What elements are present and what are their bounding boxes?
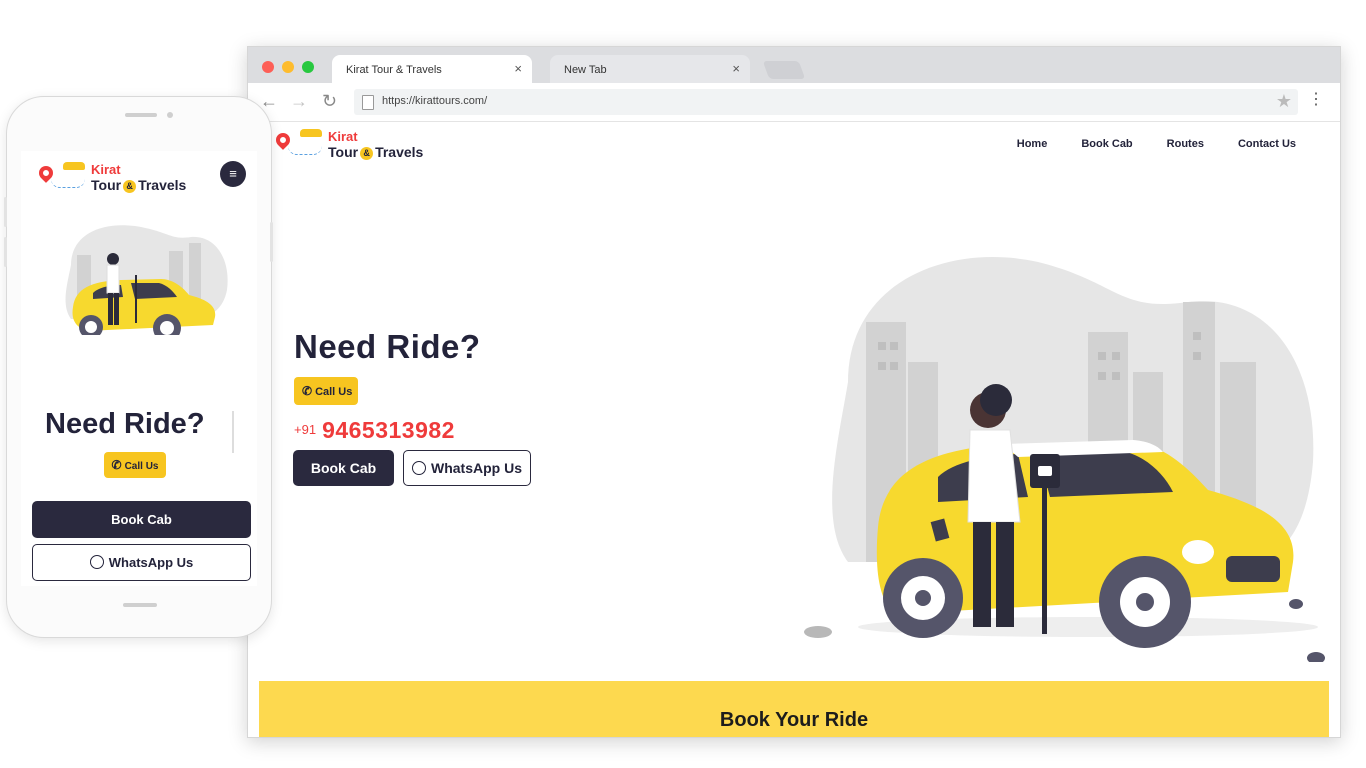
kebab-menu-icon[interactable]: ⋮ (1308, 92, 1324, 108)
hero-title: Need Ride? (294, 328, 481, 365)
route-line (51, 179, 85, 188)
mobile-book-cab-button[interactable]: Book Cab (32, 501, 251, 538)
browser-window: Kirat Tour & Travels × New Tab × ← → ↻ h… (247, 46, 1341, 738)
url-text: https://kirattours.com/ (382, 95, 488, 107)
tab-close-icon[interactable]: × (514, 61, 522, 76)
taxi-icon (63, 162, 85, 170)
phone-speaker (125, 113, 157, 117)
tab-bar: Kirat Tour & Travels × New Tab × (248, 47, 1340, 83)
route-line (288, 146, 322, 155)
hamburger-icon[interactable]: ≡ (220, 161, 246, 187)
whatsapp-label: WhatsApp Us (431, 460, 522, 476)
logo-word-travels: Travels (138, 177, 187, 193)
phone-screen: Kirat Tour & Travels ≡ Need Ride? ✆ Call Us… (21, 151, 257, 586)
mobile-hero-illustration (65, 225, 228, 335)
phone-volume-button (4, 237, 7, 267)
mobile-call-us-button[interactable]: ✆ Call Us (104, 452, 166, 478)
phone-icon: ✆ (111, 458, 122, 472)
site-logo[interactable]: Kirat Tour & Travels (273, 126, 444, 166)
phone-volume-button (4, 197, 7, 227)
book-your-ride-section: Book Your Ride (259, 681, 1329, 737)
tab-close-icon[interactable]: × (732, 61, 740, 76)
text-cursor (232, 411, 234, 453)
whatsapp-label: WhatsApp Us (108, 555, 194, 570)
call-us-button[interactable]: ✆ Call Us (294, 377, 358, 405)
tab-label: Kirat Tour & Travels (346, 64, 442, 76)
mobile-site-logo[interactable]: Kirat Tour & Travels (36, 159, 207, 199)
phone-mockup: Kirat Tour & Travels ≡ Need Ride? ✆ Call Us… (4, 96, 273, 638)
tab-kirat-tour[interactable]: Kirat Tour & Travels × (332, 55, 532, 83)
nav-item-home[interactable]: Home (1017, 138, 1048, 150)
main-nav: Home Book Cab Routes Contact Us (1017, 138, 1296, 150)
nav-item-routes[interactable]: Routes (1167, 138, 1204, 150)
logo-word-tour: Tour (328, 144, 359, 160)
browser-toolbar: ← → ↻ https://kirattours.com/ ★ ⋮ (248, 83, 1340, 122)
whatsapp-us-button[interactable]: WhatsApp Us (403, 450, 531, 486)
nav-item-contact-us[interactable]: Contact Us (1238, 138, 1296, 150)
logo-text-kirat: Kirat (91, 162, 121, 177)
page-icon (362, 95, 374, 110)
country-code: +91 (294, 422, 317, 437)
website: Kirat Tour & Travels Home Book Cab Routes … (248, 122, 1340, 737)
mobile-hero-title: Need Ride? (45, 408, 205, 440)
mobile-whatsapp-us-button[interactable]: WhatsApp Us (32, 544, 251, 581)
logo-ampersand: & (123, 179, 137, 193)
phone-camera (167, 112, 173, 118)
phone-number[interactable]: +91 9465313982 (294, 417, 455, 444)
back-arrow-icon[interactable]: ← (260, 91, 278, 111)
call-us-label: Call Us (124, 461, 159, 472)
logo-word-tour: Tour (91, 177, 122, 193)
book-your-ride-title: Book Your Ride (719, 709, 869, 731)
phone-digits: 9465313982 (322, 417, 455, 443)
phone-home-indicator (123, 603, 157, 607)
phone-icon: ✆ (302, 384, 313, 398)
whatsapp-icon (412, 461, 426, 475)
new-tab-button[interactable] (762, 61, 806, 79)
star-icon[interactable]: ★ (1276, 91, 1292, 112)
tab-new-tab[interactable]: New Tab × (550, 55, 750, 83)
tab-label: New Tab (564, 64, 607, 76)
window-controls (262, 61, 314, 73)
book-cab-button[interactable]: Book Cab (293, 450, 394, 486)
logo-word-travels: Travels (375, 144, 424, 160)
minimize-window-button[interactable] (282, 61, 294, 73)
logo-ampersand: & (360, 146, 374, 160)
hero-illustration (804, 257, 1325, 662)
reload-icon[interactable]: ↻ (322, 91, 337, 111)
nav-item-book-cab[interactable]: Book Cab (1081, 138, 1132, 150)
call-us-label: Call Us (315, 386, 353, 398)
logo-text-tour-travels: Tour & Travels (91, 177, 186, 193)
maximize-window-button[interactable] (302, 61, 314, 73)
phone-power-button (270, 222, 273, 262)
forward-arrow-icon[interactable]: → (290, 91, 308, 111)
taxi-icon (300, 129, 322, 137)
logo-text-kirat: Kirat (328, 129, 358, 144)
address-bar[interactable]: https://kirattours.com/ ★ (354, 89, 1298, 115)
whatsapp-icon (89, 555, 104, 569)
logo-text-tour-travels: Tour & Travels (328, 144, 423, 160)
close-window-button[interactable] (262, 61, 274, 73)
